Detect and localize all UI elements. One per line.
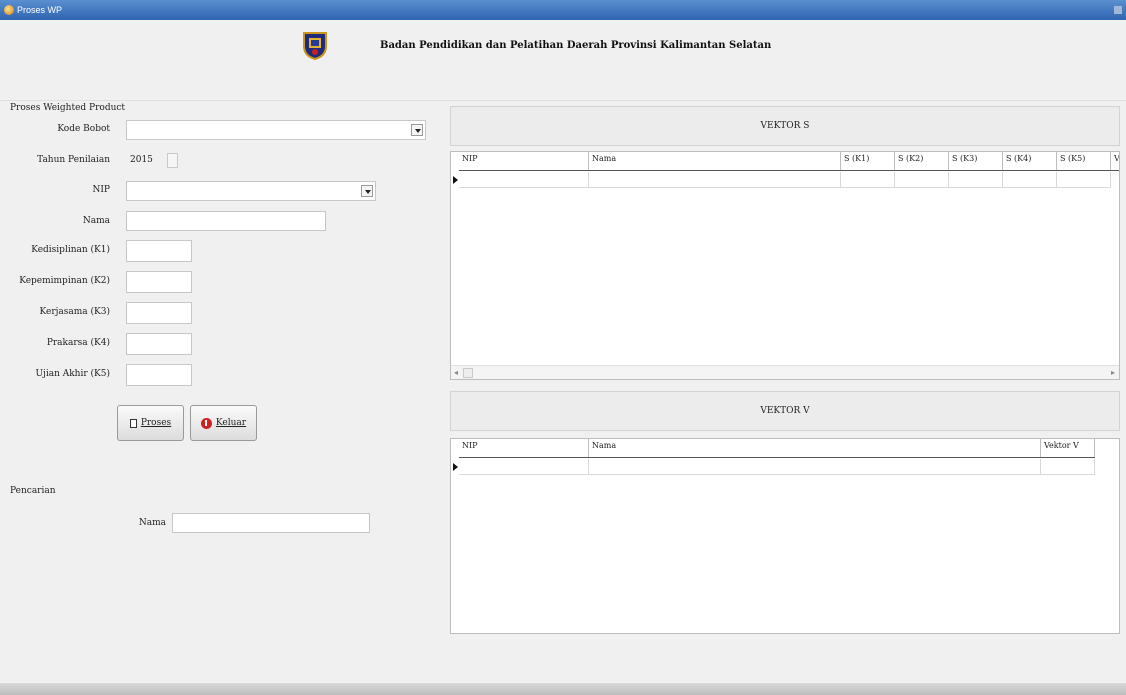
window-control[interactable]	[1114, 6, 1122, 14]
k3-input[interactable]	[126, 302, 192, 324]
vektor-s-col-k5[interactable]: S (K5)	[1057, 152, 1111, 170]
vektor-s-header: VEKTOR S	[450, 106, 1120, 146]
vektor-v-grid[interactable]: NIP Nama Vektor V	[450, 438, 1120, 634]
tahun-value: 2015	[130, 155, 153, 165]
vektor-s-col-k3[interactable]: S (K3)	[949, 152, 1003, 170]
k5-input[interactable]	[126, 364, 192, 386]
table-cell[interactable]	[589, 172, 841, 188]
table-cell[interactable]	[1003, 172, 1057, 188]
nip-label: NIP	[92, 185, 111, 195]
vektor-s-col-ve[interactable]: Ve	[1111, 152, 1119, 170]
nama-input[interactable]	[126, 211, 326, 231]
vektor-s-col-nama[interactable]: Nama	[589, 152, 841, 170]
k5-label: Ujian Akhir (K5)	[35, 369, 110, 379]
table-cell[interactable]	[1041, 459, 1095, 475]
table-cell[interactable]	[589, 459, 1041, 475]
scroll-left-icon[interactable]: ◂	[454, 368, 458, 377]
table-cell[interactable]	[459, 172, 589, 188]
keluar-button[interactable]: Keluar	[190, 405, 257, 441]
header-banner	[0, 20, 1126, 101]
exit-icon	[200, 417, 212, 429]
chevron-down-icon[interactable]	[411, 124, 423, 136]
scroll-right-icon[interactable]: ▸	[1111, 368, 1115, 377]
k4-label: Prakarsa (K4)	[46, 338, 110, 348]
tahun-spinner[interactable]: 2015	[126, 151, 184, 169]
search-nama-label: Nama	[138, 518, 166, 528]
k1-label: Kedisiplinan (K1)	[31, 245, 110, 255]
tahun-label: Tahun Penilaian	[37, 155, 110, 165]
keluar-button-label: Keluar	[215, 418, 247, 428]
window-title: Proses WP	[17, 5, 63, 15]
table-cell[interactable]	[949, 172, 1003, 188]
org-name: Badan Pendidikan dan Pelatihan Daerah Pr…	[380, 40, 772, 51]
kode-bobot-combo[interactable]	[126, 120, 426, 140]
vektor-s-col-k2[interactable]: S (K2)	[895, 152, 949, 170]
form-group-title: Proses Weighted Product	[10, 103, 126, 113]
vektor-v-grid-header: NIP Nama Vektor V	[459, 439, 1095, 458]
k4-input[interactable]	[126, 333, 192, 355]
status-bar	[0, 683, 1126, 695]
k2-input[interactable]	[126, 271, 192, 293]
proses-button[interactable]: Proses	[117, 405, 184, 441]
vektor-s-title: VEKTOR S	[760, 121, 810, 131]
vektor-s-grid[interactable]: NIP Nama S (K1) S (K2) S (K3) S (K4) S (…	[450, 151, 1120, 380]
search-group-title: Pencarian	[10, 486, 56, 496]
kode-bobot-label: Kode Bobot	[57, 124, 110, 134]
app-icon	[4, 5, 14, 15]
vektor-s-col-k4[interactable]: S (K4)	[1003, 152, 1057, 170]
search-input[interactable]	[172, 513, 370, 533]
table-cell[interactable]	[841, 172, 895, 188]
k1-input[interactable]	[126, 240, 192, 262]
spinner-icon[interactable]	[167, 153, 178, 168]
vektor-s-col-k1[interactable]: S (K1)	[841, 152, 895, 170]
vektor-v-col-vektor[interactable]: Vektor V	[1041, 439, 1095, 457]
table-cell[interactable]	[895, 172, 949, 188]
nama-label: Nama	[82, 216, 110, 226]
vektor-s-grid-header: NIP Nama S (K1) S (K2) S (K3) S (K4) S (…	[459, 152, 1119, 171]
vektor-s-col-nip[interactable]: NIP	[459, 152, 589, 170]
window-titlebar[interactable]: Proses WP	[0, 0, 1126, 20]
table-cell[interactable]	[1057, 172, 1111, 188]
k2-label: Kepemimpinan (K2)	[19, 276, 110, 286]
table-cell[interactable]	[459, 459, 589, 475]
nip-combo[interactable]	[126, 181, 376, 201]
vektor-v-col-nip[interactable]: NIP	[459, 439, 589, 457]
k3-label: Kerjasama (K3)	[39, 307, 110, 317]
vektor-v-title: VEKTOR V	[760, 406, 810, 416]
horizontal-scrollbar[interactable]: ◂ ▸	[451, 365, 1119, 379]
chevron-down-icon[interactable]	[361, 185, 373, 197]
provincial-emblem-icon	[303, 32, 327, 60]
scroll-thumb[interactable]	[463, 368, 473, 378]
vektor-v-col-nama[interactable]: Nama	[589, 439, 1041, 457]
vektor-v-header: VEKTOR V	[450, 391, 1120, 431]
proses-button-label: Proses	[140, 418, 172, 428]
document-icon	[129, 418, 137, 428]
